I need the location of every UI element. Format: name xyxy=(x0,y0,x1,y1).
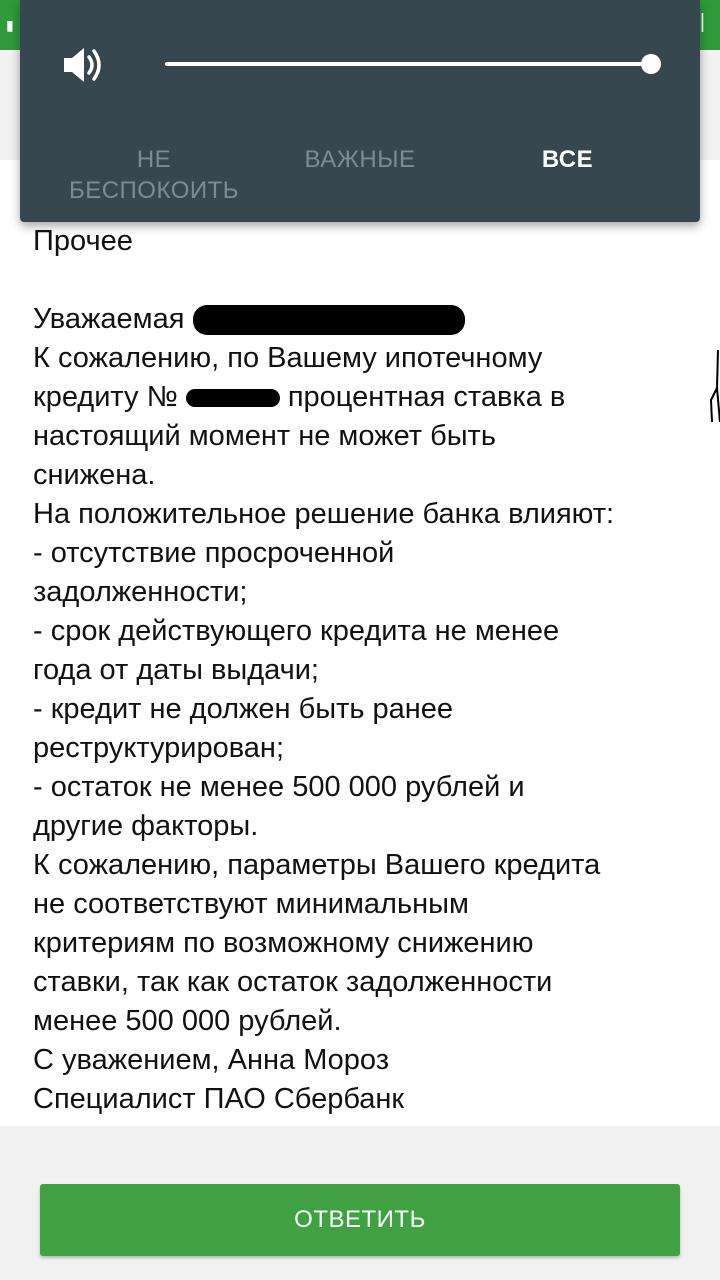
message-line: - остаток не менее 500 000 рублей и xyxy=(33,771,525,803)
greeting-line: Уважаемая xyxy=(33,300,693,339)
redacted-loan-number xyxy=(185,389,280,408)
message-line: К сожалению, параметры Вашего кредита xyxy=(33,849,601,881)
message-line: настоящий момент не может быть xyxy=(33,420,496,452)
message-line: ставки, так как остаток задолженности xyxy=(33,966,553,998)
pen-mark xyxy=(709,349,720,423)
mode-dnd-line1: НЕ xyxy=(136,146,172,173)
greeting: Уважаемая xyxy=(33,303,185,335)
message-line: года от даты выдачи; xyxy=(33,654,319,686)
redacted-name xyxy=(192,305,465,336)
mode-important[interactable]: ВАЖНЫЕ xyxy=(290,144,430,175)
message-line: не соответствуют минимальным xyxy=(33,888,469,920)
message-line: задолженности; xyxy=(33,576,248,608)
message-line: снижена. xyxy=(33,459,156,491)
mode-do-not-disturb[interactable]: НЕ БЕСПОКОИТЬ xyxy=(64,144,244,206)
message-line: критериям по возможному снижению xyxy=(33,927,534,959)
signal-icon: ▮ xyxy=(6,17,14,33)
reply-button[interactable]: ОТВЕТИТЬ xyxy=(40,1184,680,1256)
battery-icon: ▏ xyxy=(701,15,714,32)
message-line: - срок действующего кредита не менее xyxy=(33,615,560,647)
volume-slider-thumb[interactable] xyxy=(641,54,661,74)
speaker-volume-icon[interactable] xyxy=(62,44,106,86)
mode-all[interactable]: ВСЕ xyxy=(515,144,620,175)
message-line: На положительное решение банка влияют: xyxy=(33,498,615,530)
signature-line: С уважением, Анна Мороз xyxy=(33,1044,390,1076)
message-category: Прочее xyxy=(33,225,133,257)
loan-text: процентная ставка в xyxy=(287,381,566,413)
volume-panel: НЕ БЕСПОКОИТЬ ВАЖНЫЕ ВСЕ xyxy=(20,0,700,222)
message-body: Прочее Уважаемая К сожалению, по Вашему … xyxy=(33,222,693,1119)
message-line: - отсутствие просроченной xyxy=(33,537,395,569)
message-line: реструктурирован; xyxy=(33,732,285,764)
volume-slider-track[interactable] xyxy=(165,62,653,66)
message-line: другие факторы. xyxy=(33,810,259,842)
message-line: менее 500 000 рублей. xyxy=(33,1005,342,1037)
message-line: - кредит не должен быть ранее xyxy=(33,693,454,725)
message-line: К сожалению, по Вашему ипотечному xyxy=(33,342,543,374)
signature-title: Специалист ПАО Сбербанк xyxy=(33,1083,405,1115)
mode-dnd-line2: БЕСПОКОИТЬ xyxy=(68,177,240,204)
loan-number-line: кредиту № процентная ставка в xyxy=(33,378,693,417)
loan-label: кредиту № xyxy=(33,381,178,413)
